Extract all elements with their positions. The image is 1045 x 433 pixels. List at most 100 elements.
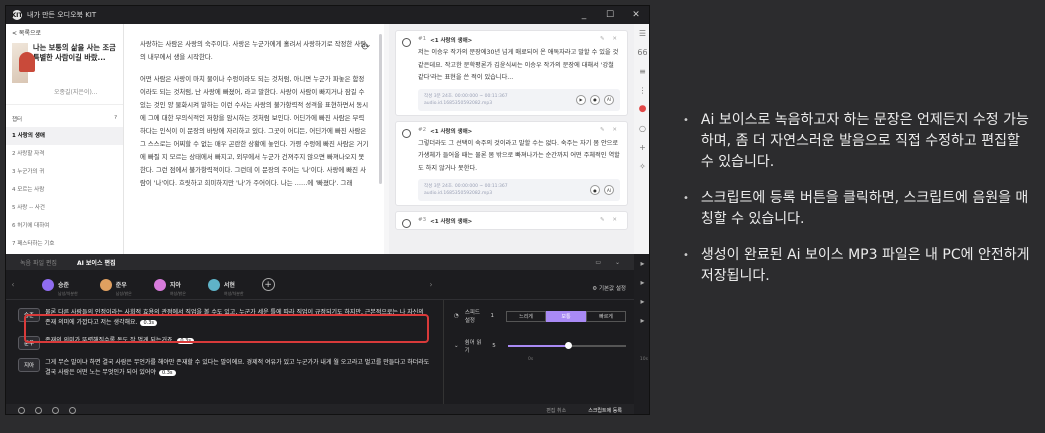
speaker-name: 지아	[169, 282, 181, 289]
cancel-edit-button[interactable]: 편집 취소	[546, 407, 566, 414]
highlight-frame	[24, 314, 429, 343]
script-card[interactable]: #2 <1 사랑의 생애> ✎ ✕ 그렇더라도 그 선택이 숙주의 것이라고 말…	[395, 120, 628, 206]
speaker-avatar	[153, 278, 166, 291]
default-settings-button[interactable]: ⚙ 기본값 설정	[592, 284, 626, 292]
line-text[interactable]: 그게 무슨 말이냐 하면 결국 사람은 무언가를 해야만 존재할 수 있다는 말…	[45, 359, 429, 376]
speaker-name: 준우	[115, 282, 127, 289]
speaker-chip[interactable]: 승준 남성/차분한	[42, 272, 78, 297]
record-icon[interactable]: ●	[590, 185, 600, 195]
card-edit-close-icons[interactable]: ✎ ✕	[600, 217, 620, 225]
speed-option-fast[interactable]: 빠르게	[586, 310, 626, 322]
speaker-chip[interactable]: 지아여성/밝은	[153, 272, 186, 297]
book-cover-image	[12, 43, 35, 83]
record-icon[interactable]: ●	[634, 100, 649, 119]
line-speaker-tag[interactable]: 지아	[18, 358, 41, 372]
play-icon[interactable]: ▸	[634, 254, 649, 273]
speaker-desc: 남성/밝은	[115, 291, 132, 296]
script-card[interactable]: #1 <1 사랑의 생애> ✎ ✕ 저는 이승우 작가의 문장에30년 넘게 매…	[395, 30, 628, 116]
help-icon[interactable]: ?	[114, 115, 117, 123]
play-icon[interactable]: ▶	[576, 94, 586, 105]
ai-voice-button[interactable]: AI	[604, 94, 614, 105]
add-icon[interactable]: +	[634, 138, 649, 157]
pause-button[interactable]	[52, 406, 59, 414]
pause-icon: ⌄	[454, 343, 459, 349]
speaker-desc: 여성/밝은	[169, 291, 186, 296]
tab-recording-edit[interactable]: 녹음 파일 편집	[20, 258, 57, 267]
speaker-avatar	[207, 278, 220, 291]
pause-slider[interactable]	[507, 342, 626, 349]
next-button[interactable]	[69, 406, 76, 414]
bullet-item: • Ai 보이스로 녹음하고자 하는 문장은 언제든지 수정 가능하며, 좀 더…	[683, 110, 1033, 173]
list-icon[interactable]: ≡	[634, 62, 649, 81]
speaker-chip[interactable]: 서현 여성/차분한	[207, 272, 244, 297]
speaker-chip[interactable]: 준우남성/밝은	[99, 272, 132, 297]
card-edit-close-icons[interactable]: ✎ ✕	[600, 127, 620, 135]
pause-setting: ⌄ 쉼어 읽기 5	[454, 338, 626, 354]
speed-option-slow[interactable]: 느리게	[506, 310, 546, 322]
script-card-list: #1 <1 사랑의 생애> ✎ ✕ 저는 이승우 작가의 문장에30년 넘게 매…	[389, 24, 634, 254]
magic-icon[interactable]: ✧	[634, 157, 649, 176]
chevron-left-icon[interactable]: ‹	[6, 280, 20, 289]
pause-slider-handle[interactable]	[564, 342, 572, 349]
book-author: 오종길(지은이)...	[54, 89, 98, 96]
refresh-icon[interactable]: ⟳	[362, 42, 370, 53]
prev-button[interactable]	[35, 406, 42, 414]
card-number: #3	[418, 217, 427, 223]
card-select-radio[interactable]	[402, 219, 411, 228]
sidebar-item-chapter-7[interactable]: 7 패스타하는 기호	[6, 235, 123, 253]
panel-window-icons[interactable]: ▭ ⌄	[595, 259, 626, 266]
speaker-desc: 남성/차분한	[58, 291, 78, 296]
speaker-desc: 여성/차분한	[223, 291, 244, 296]
play-button[interactable]	[18, 406, 25, 414]
chapter-sidebar: < 목록으로 나는 보통의 삶을 사는 조금 특별한 사람이길 바랐... 오종…	[6, 24, 124, 254]
manuscript-paragraph[interactable]: 사랑하는 사람은 사랑의 숙주이다. 사랑은 누군가에게 홀려서 사랑하기로 작…	[140, 38, 370, 64]
card-text: 저는 이승우 작가의 문장에30년 넘게 매료되어 온 애독자라고 말할 수 있…	[418, 49, 619, 81]
sidebar-item-chapter-5[interactable]: 5 사랑 -- 사건	[6, 199, 123, 217]
sidebar-item-chapter-4[interactable]: 4 모르는 사람	[6, 181, 123, 199]
grid-icon[interactable]: ⋮	[634, 81, 649, 100]
card-audio-time: 작성 3분 24초. 00:00:000 ~ 00:11:367	[424, 184, 508, 189]
toc-label: 챕터	[12, 117, 23, 123]
sidebar-item-chapter-3[interactable]: 3 누군가의 귀	[6, 163, 123, 181]
register-to-script-button[interactable]: 스크립트에 등록	[588, 407, 622, 414]
card-select-radio[interactable]	[402, 128, 411, 138]
card-audio-meta: 작성 3분 24초. 00:00:000 ~ 00:11:367 audio.i…	[418, 88, 620, 111]
quote-icon[interactable]: 66	[634, 43, 649, 62]
record-icon[interactable]: ●	[590, 94, 600, 105]
card-select-radio[interactable]	[402, 38, 411, 47]
bullet-text: 생성이 완료된 Ai 보이스 MP3 파일은 내 PC에 안전하게 저장됩니다.	[700, 247, 1030, 284]
sidebar-item-chapter-6[interactable]: 6 허기에 대하여	[6, 217, 123, 235]
manuscript-scrollbar[interactable]	[379, 34, 382, 184]
maximize-button[interactable]: ☐	[597, 10, 623, 20]
speed-option-normal[interactable]: 보통	[546, 310, 586, 322]
menu-icon[interactable]: ☰	[634, 24, 649, 43]
play-icon[interactable]: ▸	[634, 292, 649, 311]
play-icon[interactable]: ▸	[634, 311, 649, 330]
default-settings-label: 기본값 설정	[598, 286, 626, 292]
chevron-right-icon[interactable]: ›	[424, 280, 438, 289]
pause-max-label: 10s	[639, 357, 648, 362]
bullet-dot-icon: •	[683, 193, 689, 204]
minimize-button[interactable]: _	[571, 10, 597, 20]
app-logo-icon: KIT	[11, 10, 23, 20]
sidebar-item-chapter-2[interactable]: 2 사랑할 자격	[6, 145, 123, 163]
tab-ai-voice-edit[interactable]: AI 보이스 편집	[77, 258, 116, 267]
close-button[interactable]: ✕	[623, 10, 649, 20]
script-card[interactable]: #3 <1 사랑의 생애> ✎ ✕	[395, 211, 628, 230]
card-chapter-title: <1 사랑의 생애>	[430, 219, 473, 225]
back-to-list-link[interactable]: < 목록으로	[6, 24, 123, 41]
speed-label: 스피드 설정	[464, 310, 480, 324]
bullet-text: 스크립트에 등록 버튼을 클릭하면, 스크립트에 음원을 매칭할 수 있습니다.	[700, 190, 1029, 227]
manuscript-paragraph[interactable]: 어떤 사람은 사랑이 마치 물이나 수렁이라도 되는 것처럼, 아니면 누군가 …	[140, 73, 370, 190]
ai-voice-button[interactable]: AI	[604, 185, 614, 195]
bullet-item: • 스크립트에 등록 버튼을 클릭하면, 스크립트에 음원을 매칭할 수 있습니…	[683, 188, 1033, 230]
sidebar-item-chapter-1[interactable]: 1 사랑의 생애	[6, 127, 123, 145]
card-chapter-title: <1 사랑의 생애>	[430, 38, 473, 44]
circle-icon[interactable]: ○	[634, 119, 649, 138]
add-speaker-button[interactable]: +	[261, 278, 275, 291]
voice-line[interactable]: 지아 그게 무슨 말이냐 하면 결국 사람은 무언가를 해야만 존재할 수 있다…	[18, 358, 431, 378]
speaker-selector: ‹ 승준남성/차분한 준우남성/밝은 지아여성/밝은 서현여성/차분한	[6, 270, 634, 300]
card-audio-file: audio.id.1685350592082.mp3	[424, 100, 493, 106]
card-edit-close-icons[interactable]: ✎ ✕	[600, 36, 620, 44]
play-icon[interactable]: ▸	[634, 273, 649, 292]
